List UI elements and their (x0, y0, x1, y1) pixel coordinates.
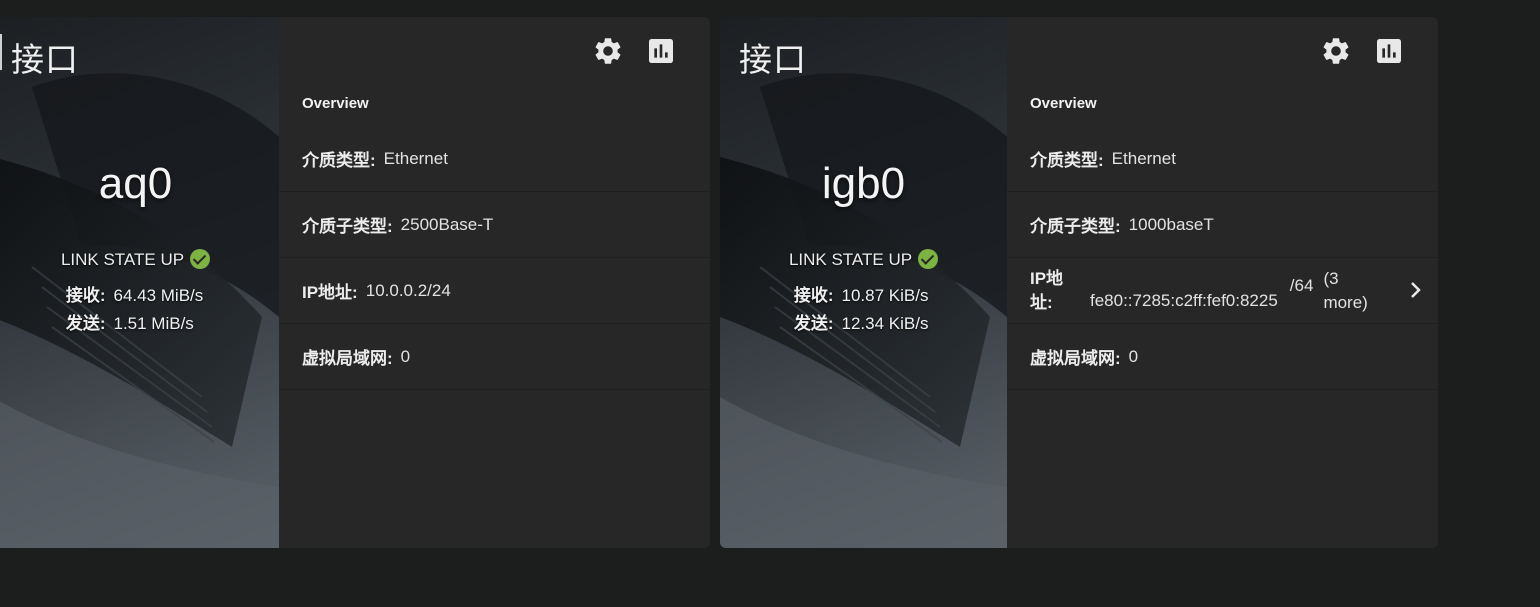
bar-chart-icon[interactable] (645, 35, 677, 67)
media-type-value: Ethernet (1111, 148, 1176, 168)
media-type-label: 介质类型: (1030, 151, 1104, 170)
link-state-label: LINK STATE UP (60, 250, 185, 269)
check-circle-icon (918, 249, 939, 269)
tx-value: 1.51 MiB/s (113, 314, 194, 333)
interface-name: aq0 (98, 159, 173, 208)
info-pane: Overview 介质类型: Ethernet 介质子类型: 2500Base-… (279, 17, 710, 548)
media-subtype-value: 2500Base-T (400, 214, 494, 234)
title-divider (0, 34, 2, 70)
vlan-value: 0 (400, 346, 411, 366)
media-subtype-label: 介质子类型: (302, 217, 393, 236)
check-circle-icon (190, 249, 211, 269)
link-state: LINK STATE UP (720, 249, 1007, 270)
media-type-value: Ethernet (383, 148, 448, 168)
media-type-row: 介质类型: Ethernet (1007, 126, 1438, 192)
traffic-rates: 接收: 10.87 KiB/s 发送: 12.34 KiB/s (720, 282, 1007, 338)
ip-address-label: IP地址: (302, 283, 358, 302)
rx-label: 接收: (65, 286, 106, 305)
media-type-row: 介质类型: Ethernet (279, 126, 710, 192)
media-subtype-row: 介质子类型: 1000baseT (1007, 192, 1438, 258)
info-list: 介质类型: Ethernet 介质子类型: 1000baseT IP地址: fe… (1007, 126, 1438, 390)
vlan-row: 虚拟局域网: 0 (279, 324, 710, 390)
vlan-label: 虚拟局域网: (302, 349, 393, 368)
cable-image-pane: 接口 igb0 LINK STATE UP 接收: 10.87 KiB/s 发送… (720, 17, 1007, 548)
media-subtype-value: 1000baseT (1128, 214, 1214, 234)
media-subtype-label: 介质子类型: (1030, 217, 1121, 236)
overview-heading: Overview (302, 95, 369, 112)
tx-value: 12.34 KiB/s (841, 314, 929, 333)
info-list: 介质类型: Ethernet 介质子类型: 2500Base-T IP地址: 1… (279, 126, 710, 390)
bar-chart-icon[interactable] (1373, 35, 1405, 67)
interface-card-aq0: 接口 aq0 LINK STATE UP 接收: 64.43 MiB/s 发送:… (0, 17, 710, 548)
gear-icon[interactable] (1320, 35, 1352, 67)
chevron-right-icon[interactable] (1406, 278, 1426, 302)
cable-image-pane: 接口 aq0 LINK STATE UP 接收: 64.43 MiB/s 发送:… (0, 17, 279, 548)
traffic-rates: 接收: 64.43 MiB/s 发送: 1.51 MiB/s (0, 282, 279, 338)
interface-name: igb0 (821, 159, 906, 208)
tx-label: 发送: (65, 314, 106, 333)
link-state-label: LINK STATE UP (788, 250, 913, 269)
info-pane: Overview 介质类型: Ethernet 介质子类型: 1000baseT… (1007, 17, 1438, 548)
ip-address-row: IP地址: 10.0.0.2/24 (279, 258, 710, 324)
interface-card-igb0: 接口 igb0 LINK STATE UP 接收: 10.87 KiB/s 发送… (720, 17, 1438, 548)
vlan-label: 虚拟局域网: (1030, 349, 1121, 368)
card-title: 接口 (11, 41, 79, 78)
link-state: LINK STATE UP (0, 249, 279, 270)
rx-value: 10.87 KiB/s (841, 286, 929, 305)
ip-more-count: (3 more) (1323, 268, 1368, 312)
media-type-label: 介质类型: (302, 151, 376, 170)
ip-address-row[interactable]: IP地址: fe80::7285:c2ff:fef0:8225 /64 (3 m… (1007, 258, 1438, 324)
ip-address-label: IP地址: (1030, 268, 1064, 312)
card-title: 接口 (739, 41, 807, 78)
media-subtype-row: 介质子类型: 2500Base-T (279, 192, 710, 258)
ip-prefix-value: /64 (1289, 275, 1314, 295)
gear-icon[interactable] (592, 35, 624, 67)
ip-address-value: 10.0.0.2/24 (365, 280, 451, 300)
ip-address-value: fe80::7285:c2ff:fef0:8225 (1090, 290, 1278, 310)
rx-value: 64.43 MiB/s (113, 286, 204, 305)
vlan-value: 0 (1128, 346, 1139, 366)
vlan-row: 虚拟局域网: 0 (1007, 324, 1438, 390)
rx-label: 接收: (793, 286, 834, 305)
overview-heading: Overview (1030, 95, 1097, 112)
tx-label: 发送: (793, 314, 834, 333)
